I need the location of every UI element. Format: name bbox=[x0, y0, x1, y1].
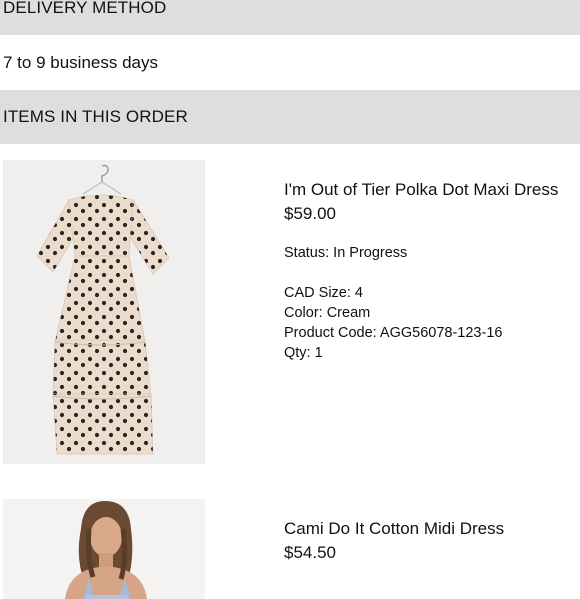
product-image[interactable] bbox=[3, 160, 205, 464]
product-color: Color: Cream bbox=[284, 305, 371, 321]
model-photo-illustration bbox=[65, 501, 147, 599]
polka-dot-dress-illustration bbox=[36, 164, 170, 455]
order-item: Cami Do It Cotton Midi Dress $54.50 bbox=[0, 499, 580, 599]
order-status: Status: In Progress bbox=[284, 245, 408, 261]
items-in-order-header: ITEMS IN THIS ORDER bbox=[0, 90, 580, 144]
product-quantity: Qty: 1 bbox=[284, 345, 323, 361]
product-price: $59.00 bbox=[284, 204, 336, 223]
product-image[interactable] bbox=[3, 499, 205, 599]
product-code: Product Code: AGG56078-123-16 bbox=[284, 325, 503, 341]
product-name[interactable]: Cami Do It Cotton Midi Dress bbox=[284, 519, 504, 539]
product-price: $54.50 bbox=[284, 543, 336, 562]
delivery-method-title: DELIVERY METHOD bbox=[3, 0, 167, 17]
delivery-method-value: 7 to 9 business days bbox=[3, 53, 158, 72]
product-size: CAD Size: 4 bbox=[284, 285, 363, 301]
order-item: I'm Out of Tier Polka Dot Maxi Dress $59… bbox=[0, 160, 580, 464]
product-name[interactable]: I'm Out of Tier Polka Dot Maxi Dress bbox=[284, 180, 558, 200]
delivery-method-header: DELIVERY METHOD bbox=[0, 0, 580, 35]
items-in-order-title: ITEMS IN THIS ORDER bbox=[3, 107, 188, 126]
